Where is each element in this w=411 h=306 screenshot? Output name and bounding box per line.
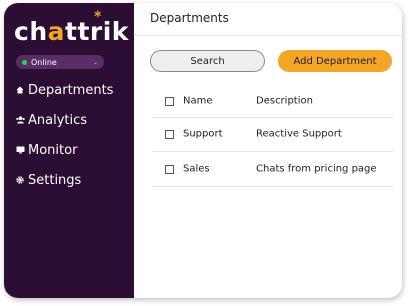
table-header-row: Name Description xyxy=(152,85,393,117)
sidebar-item-label: Departments xyxy=(28,83,114,98)
page-title: Departments xyxy=(150,11,229,25)
department-name: Sales xyxy=(183,163,210,175)
users-icon xyxy=(16,115,28,126)
department-name: Support xyxy=(183,128,223,140)
sidebar-item-label: Analytics xyxy=(28,113,88,128)
chevron-down-icon: ⌄ xyxy=(92,58,98,66)
online-dot-icon xyxy=(22,59,27,65)
table-row[interactable]: Sales Chats from pricing page xyxy=(152,153,393,185)
column-header-name: Name xyxy=(183,95,213,107)
home-icon xyxy=(16,86,28,96)
sidebar: chattrik * Online ⌄ Departments Analytic… xyxy=(4,3,134,298)
brand-chat-bubble: a xyxy=(47,17,65,46)
app-window: chattrik * Online ⌄ Departments Analytic… xyxy=(4,3,402,298)
department-description: Chats from pricing page xyxy=(256,163,377,175)
divider xyxy=(134,35,402,36)
sidebar-item-monitor[interactable]: Monitor xyxy=(16,143,77,158)
sidebar-item-analytics[interactable]: Analytics xyxy=(16,113,87,128)
main-panel: Departments Search Add Department Name D… xyxy=(134,3,402,298)
divider xyxy=(152,186,393,187)
row-checkbox[interactable] xyxy=(165,130,174,139)
brand-text-left: ch xyxy=(14,17,48,46)
sidebar-item-settings[interactable]: Settings xyxy=(16,173,81,188)
search-button[interactable]: Search xyxy=(150,50,265,72)
divider xyxy=(152,151,393,152)
status-dropdown[interactable]: Online ⌄ xyxy=(16,55,104,69)
select-all-checkbox[interactable] xyxy=(165,97,174,106)
brand-star: * xyxy=(94,9,102,25)
table-row[interactable]: Support Reactive Support xyxy=(152,118,393,150)
gear-icon xyxy=(16,175,28,186)
monitor-icon xyxy=(16,146,28,156)
sidebar-item-label: Monitor xyxy=(28,143,78,158)
brand-logo: chattrik * xyxy=(14,9,129,46)
row-checkbox[interactable] xyxy=(165,165,174,174)
sidebar-item-departments[interactable]: Departments xyxy=(16,83,113,98)
department-description: Reactive Support xyxy=(256,128,342,140)
add-department-button[interactable]: Add Department xyxy=(278,50,392,72)
column-header-description: Description xyxy=(256,95,313,107)
sidebar-item-label: Settings xyxy=(28,173,82,188)
status-label: Online xyxy=(31,57,57,67)
